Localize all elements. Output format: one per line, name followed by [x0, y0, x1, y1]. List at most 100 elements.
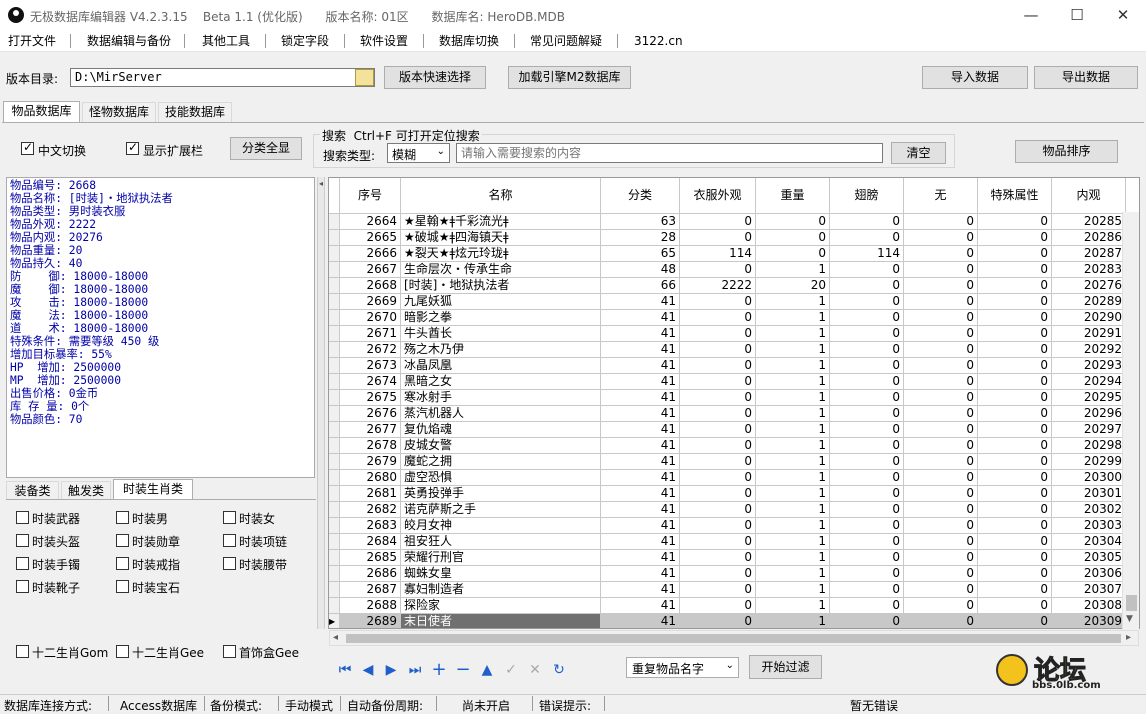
- table-cell[interactable]: 末日使者: [401, 614, 601, 628]
- table-cell[interactable]: 0: [978, 358, 1052, 374]
- table-cell[interactable]: 0: [830, 374, 904, 390]
- table-cell[interactable]: 0: [904, 598, 978, 614]
- table-cell[interactable]: 0: [680, 390, 756, 406]
- column-header[interactable]: 内观: [1052, 178, 1126, 214]
- table-cell[interactable]: 1: [756, 262, 830, 278]
- table-cell[interactable]: 0: [904, 534, 978, 550]
- table-cell[interactable]: 20295: [1052, 390, 1126, 406]
- table-cell[interactable]: 0: [978, 582, 1052, 598]
- table-cell[interactable]: 0: [830, 550, 904, 566]
- clear-button[interactable]: 清空: [891, 142, 946, 164]
- table-cell[interactable]: 0: [904, 502, 978, 518]
- table-cell[interactable]: 2681: [340, 486, 401, 502]
- table-cell[interactable]: 0: [830, 214, 904, 230]
- table-cell[interactable]: 0: [978, 438, 1052, 454]
- table-cell[interactable]: 1: [756, 326, 830, 342]
- table-cell[interactable]: 0: [904, 582, 978, 598]
- table-cell[interactable]: 20291: [1052, 326, 1126, 342]
- table-cell[interactable]: 0: [680, 422, 756, 438]
- table-cell[interactable]: 41: [601, 326, 680, 342]
- tab-skills[interactable]: 技能数据库: [158, 102, 232, 122]
- table-row[interactable]: 2666 ★裂天★ǂ炫元玲珑ǂ 65 114 0 114 0 0 20287: [329, 246, 1126, 262]
- table-cell[interactable]: 0: [756, 246, 830, 262]
- table-cell[interactable]: 0: [904, 310, 978, 326]
- table-cell[interactable]: 41: [601, 438, 680, 454]
- table-cell[interactable]: 20308: [1052, 598, 1126, 614]
- table-row[interactable]: 2688 探险家 41 0 1 0 0 0 20308: [329, 598, 1126, 614]
- table-cell[interactable]: 20305: [1052, 550, 1126, 566]
- table-cell[interactable]: 0: [680, 598, 756, 614]
- table-row[interactable]: 2678 皮城女警 41 0 1 0 0 0 20298: [329, 438, 1126, 454]
- folder-icon[interactable]: [355, 69, 374, 86]
- category-checkbox[interactable]: [223, 534, 236, 547]
- table-cell[interactable]: 蒸汽机器人: [401, 406, 601, 422]
- table-row[interactable]: 2682 诺克萨斯之手 41 0 1 0 0 0 20302: [329, 502, 1126, 518]
- table-cell[interactable]: 1: [756, 454, 830, 470]
- table-cell[interactable]: 0: [978, 598, 1052, 614]
- load-m2-button[interactable]: 加载引擎M2数据库: [508, 66, 631, 89]
- close-button[interactable]: ✕: [1100, 0, 1146, 30]
- category-checkbox[interactable]: [116, 557, 129, 570]
- table-cell[interactable]: 0: [830, 502, 904, 518]
- table-cell[interactable]: 2682: [340, 502, 401, 518]
- table-cell[interactable]: 0: [830, 390, 904, 406]
- table-cell[interactable]: 1: [756, 422, 830, 438]
- table-row[interactable]: 2675 寒冰射手 41 0 1 0 0 0 20295: [329, 390, 1126, 406]
- column-header[interactable]: 序号: [340, 178, 401, 214]
- table-cell[interactable]: 1: [756, 486, 830, 502]
- table-cell[interactable]: 0: [680, 310, 756, 326]
- table-cell[interactable]: 2664: [340, 214, 401, 230]
- category-checkbox[interactable]: [116, 511, 129, 524]
- table-cell[interactable]: 2667: [340, 262, 401, 278]
- table-cell[interactable]: 1: [756, 390, 830, 406]
- table-cell[interactable]: 祖安狂人: [401, 534, 601, 550]
- table-cell[interactable]: 20283: [1052, 262, 1126, 278]
- table-cell[interactable]: 0: [904, 438, 978, 454]
- table-cell[interactable]: 0: [978, 246, 1052, 262]
- first-icon[interactable]: ⏮: [335, 661, 355, 679]
- table-cell[interactable]: 1: [756, 310, 830, 326]
- table-cell[interactable]: 0: [978, 342, 1052, 358]
- table-cell[interactable]: 0: [680, 566, 756, 582]
- table-cell[interactable]: 114: [680, 246, 756, 262]
- table-cell[interactable]: 41: [601, 550, 680, 566]
- table-cell[interactable]: 1: [756, 566, 830, 582]
- table-cell[interactable]: 0: [830, 582, 904, 598]
- show-ext-checkbox[interactable]: [126, 140, 139, 155]
- scroll-thumb[interactable]: [1126, 595, 1137, 611]
- table-cell[interactable]: 寒冰射手: [401, 390, 601, 406]
- vertical-scrollbar[interactable]: ▼: [1122, 212, 1139, 630]
- table-cell[interactable]: 41: [601, 358, 680, 374]
- table-cell[interactable]: 0: [978, 518, 1052, 534]
- table-cell[interactable]: 20292: [1052, 342, 1126, 358]
- table-cell[interactable]: 0: [830, 566, 904, 582]
- table-cell[interactable]: 41: [601, 294, 680, 310]
- table-cell[interactable]: 114: [830, 246, 904, 262]
- table-cell[interactable]: 魔蛇之拥: [401, 454, 601, 470]
- table-cell[interactable]: 0: [904, 294, 978, 310]
- table-cell[interactable]: 0: [978, 374, 1052, 390]
- category-checkbox[interactable]: [16, 534, 29, 547]
- table-cell[interactable]: 41: [601, 310, 680, 326]
- column-header[interactable]: 翅膀: [830, 178, 904, 214]
- table-cell[interactable]: 48: [601, 262, 680, 278]
- table-cell[interactable]: 殇之木乃伊: [401, 342, 601, 358]
- table-cell[interactable]: 41: [601, 486, 680, 502]
- category-checkbox[interactable]: [116, 580, 129, 593]
- table-cell[interactable]: 0: [978, 486, 1052, 502]
- table-cell[interactable]: 0: [830, 294, 904, 310]
- zodiac-checkbox[interactable]: [16, 645, 29, 658]
- table-cell[interactable]: 0: [904, 342, 978, 358]
- table-cell[interactable]: 0: [904, 614, 978, 628]
- table-cell[interactable]: 41: [601, 502, 680, 518]
- dir-input[interactable]: D:\MirServer: [70, 68, 375, 87]
- table-cell[interactable]: 0: [830, 486, 904, 502]
- table-cell[interactable]: 41: [601, 374, 680, 390]
- table-cell[interactable]: 20293: [1052, 358, 1126, 374]
- quick-select-button[interactable]: 版本快速选择: [384, 66, 486, 89]
- menu-settings[interactable]: 软件设置: [360, 33, 408, 49]
- table-row[interactable]: 2685 荣耀行刑官 41 0 1 0 0 0 20305: [329, 550, 1126, 566]
- insert-icon[interactable]: +: [429, 661, 449, 679]
- zodiac-checkbox[interactable]: [116, 645, 129, 658]
- table-cell[interactable]: 1: [756, 614, 830, 628]
